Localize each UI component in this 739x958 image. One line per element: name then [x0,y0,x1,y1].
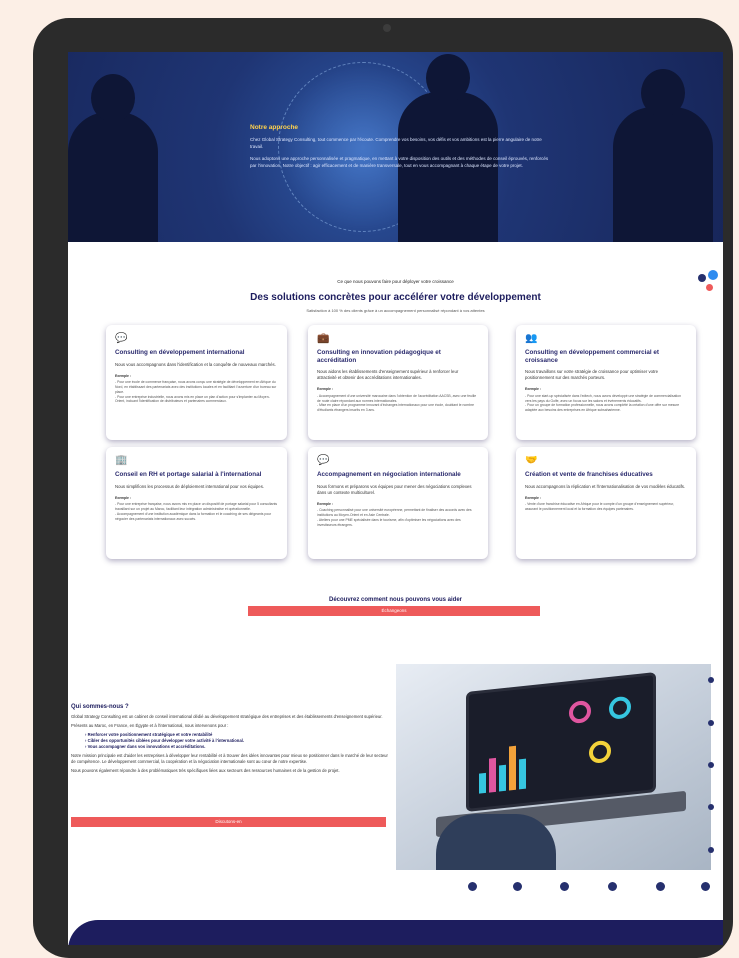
card-title: Consulting en innovation pédagogique et … [317,349,441,364]
example-label: Exemple : [317,387,334,391]
hero-text: Notre approche Chez Global Strategy Cons… [250,124,550,174]
example-1: - Coaching personnalisé pour une univers… [317,508,472,518]
decor-dot [701,882,710,891]
example-label: Exemple : [525,387,542,391]
example-label: Exemple : [115,495,132,500]
card-description: Nous vous accompagnons dans l'identifica… [115,361,276,367]
example-label: Exemple : [317,501,334,506]
card-title: Création et vente de franchises éducativ… [525,471,653,478]
web-page: Notre approche Chez Global Strategy Cons… [68,52,723,945]
card-example: Exemple : - Pour une entreprise français… [115,496,278,522]
laptop-screen [466,672,656,812]
donut-graphic [589,739,611,765]
about-section: Qui sommes-nous ? Global Strategy Consul… [71,704,391,777]
card-title: Accompagnement en négociation internatio… [317,471,461,478]
person-arms [436,814,556,870]
chat-icon: 💬 [115,333,128,344]
card-example: Exemple : - Pour une école de commerce f… [115,374,278,405]
chat-bubbles-icon: 💬 [317,455,330,466]
decor-dot [656,882,665,891]
example-label: Exemple : [525,495,542,500]
donut-graphic [569,699,591,725]
hero-banner: Notre approche Chez Global Strategy Cons… [68,52,723,242]
card-example: Exemple : - Pour une start-up spécialisé… [525,387,687,413]
decor-dot [560,882,569,891]
example-label: Exemple : [115,373,132,378]
decor-dot-blue [708,270,718,280]
about-bullet: Vous accompagner dans vos innovations et… [85,744,391,750]
card-example: Exemple : - Vente d'une franchise éducat… [525,496,687,512]
solutions-title: Des solutions concrètes pour accélérer v… [250,292,541,303]
example-1: - Pour une start-up spécialisée dans l'e… [525,393,681,403]
footer-band [68,920,723,945]
decor-dot [468,882,477,891]
silhouette-left [68,74,158,242]
card-title: Conseil en RH et portage salarial à l'in… [115,471,262,478]
example-1: - Vente d'une franchise éducative en Afr… [525,502,674,512]
solutions-subtitle: Satisfaction à 100 % des clients grâce à… [306,308,485,313]
camera [383,24,391,32]
decor-dot-red [706,284,713,291]
about-paragraph-1: Global Strategy Consulting est un cabine… [71,714,383,719]
card-example: Exemple : - Coaching personnalisé pour u… [317,502,479,528]
decor-dot [708,847,714,853]
service-card[interactable]: 💬 Accompagnement en négociation internat… [308,447,488,559]
hero-paragraph-1: Chez Global Strategy Consulting, tout co… [250,137,542,149]
example-2: - Pour une entreprise industrielle, nous… [115,394,270,404]
example-1: - Accompagnement d'une université maroca… [317,393,477,403]
laptop-photo [396,664,711,870]
discuss-button[interactable]: Discutons-en [71,817,386,827]
discover-title: Découvrez comment nous pouvons vous aide… [328,597,463,603]
card-description: Nous simplifions les processus de déploi… [115,483,265,489]
building-icon: 🏢 [115,455,128,466]
example-1: - Pour une entreprise française, nous av… [115,502,278,512]
about-bullets: Renforcer votre positionnement stratégiq… [71,732,391,750]
card-description: Nous formons et préparons vos équipes po… [317,483,472,495]
decor-dot [708,677,714,683]
example-2: - Accompagnement d'une institution acadé… [115,511,272,521]
service-card[interactable]: 💬 Consulting en développement internatio… [106,325,287,440]
card-description: Nous travaillons sur votre stratégie de … [525,369,659,380]
decor-dot-navy [698,274,706,282]
users-icon: 👥 [525,333,538,344]
donut-graphic [609,695,631,720]
example-1: - Pour une école de commerce française, … [115,380,277,394]
service-card[interactable]: 👥 Consulting en développement commercial… [516,325,696,440]
card-title: Consulting en développement commercial e… [525,349,660,364]
example-2: - Mise en place d'un programme innovant … [317,403,474,413]
decor-dot [708,804,714,810]
silhouette-right [613,69,713,242]
example-2: - Ateliers pour une PME spécialisée dans… [317,517,461,527]
contact-button[interactable]: Échangeons [248,606,540,616]
card-description: Nous accompagnons la réplication et l'in… [525,483,686,489]
card-example: Exemple : - Accompagnement d'une univers… [317,387,479,413]
about-paragraph-4: Nous pouvons également répondre à des pr… [71,768,340,773]
about-title: Qui sommes-nous ? [71,704,129,710]
service-card[interactable]: 🏢 Conseil en RH et portage salarial à l'… [106,447,287,559]
solutions-pretitle: Ce que nous pouvons faire pour déployer … [337,279,454,284]
briefcase-icon: 💼 [317,333,330,344]
decor-dot [708,762,714,768]
handshake-icon: 🤝 [525,455,538,466]
about-paragraph-2: Présents au Maroc, en France, en Égypte … [71,723,229,728]
card-description: Nous aidons les établissements d'enseign… [317,369,459,380]
example-2: - Pour un groupe de formation profession… [525,403,680,413]
decor-dot [708,720,714,726]
about-paragraph-3: Notre mission principale est d'aider les… [71,753,388,764]
service-card[interactable]: 💼 Consulting en innovation pédagogique e… [308,325,488,440]
decor-dot [608,882,617,891]
bar-graphic [479,742,549,799]
service-card[interactable]: 🤝 Création et vente de franchises éducat… [516,447,696,559]
card-title: Consulting en développement internationa… [115,349,245,356]
hero-paragraph-2: Nous adoptons une approche personnalisée… [250,156,549,168]
hero-title: Notre approche [250,124,299,131]
decor-dot [513,882,522,891]
